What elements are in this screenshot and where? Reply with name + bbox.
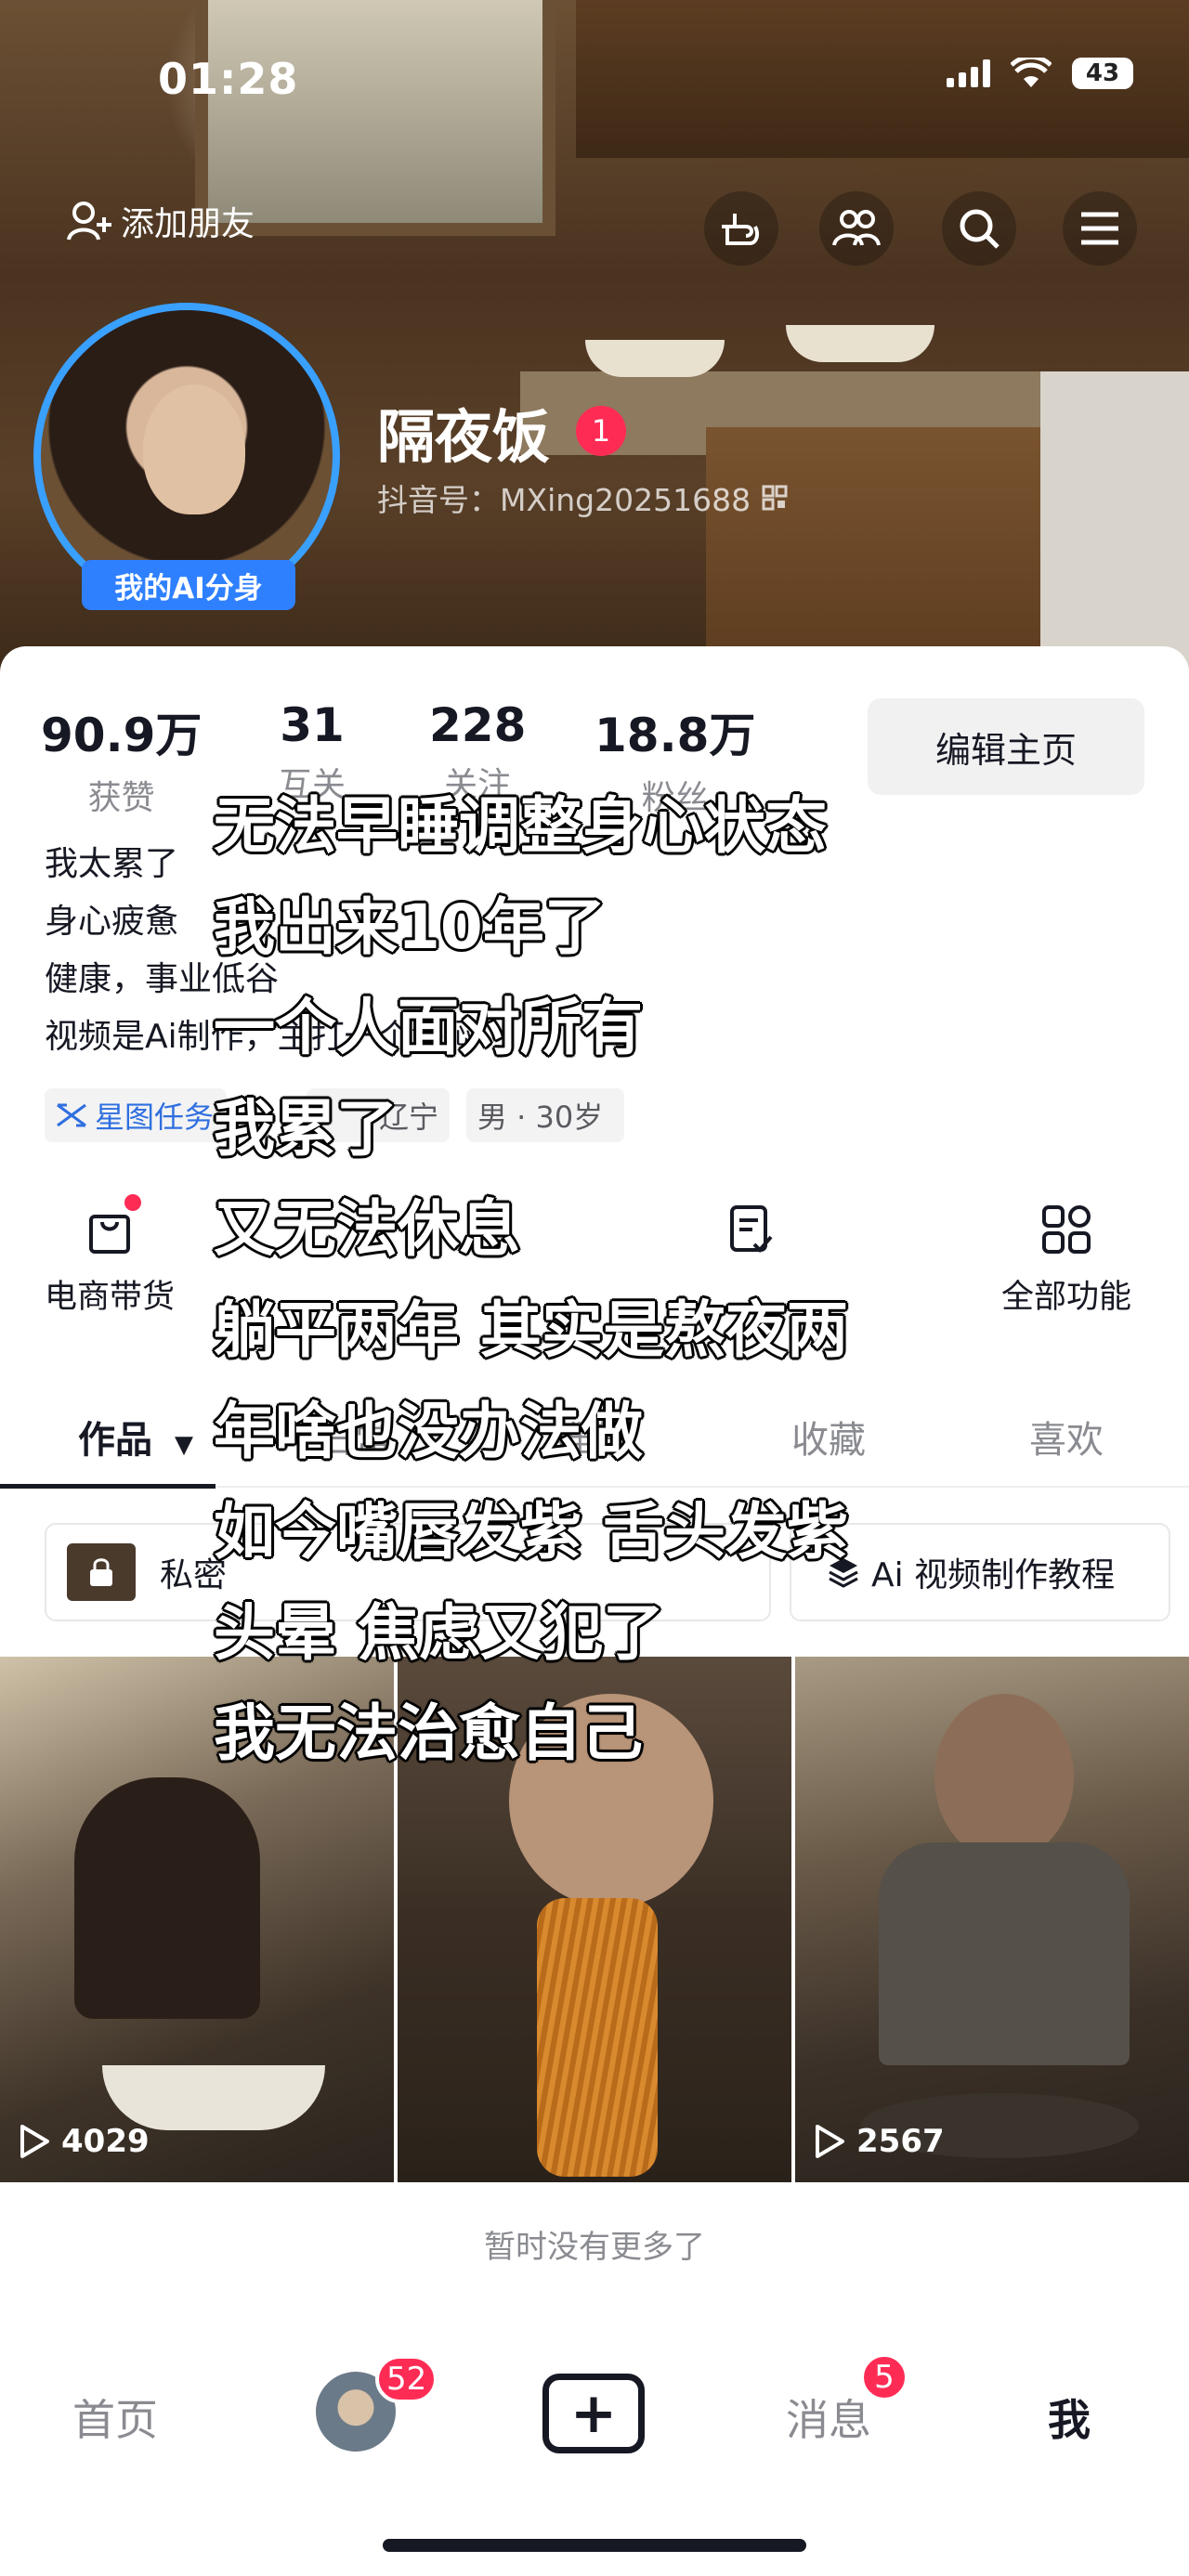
create-button[interactable]: + (542, 2374, 645, 2453)
caption-line: 如今嘴唇发紫 舌头发紫 (214, 1496, 848, 1568)
douyin-id[interactable]: 抖音号：MXing20251688 (377, 475, 788, 520)
profile-page: 01:28 43 添加朋友 我的AI分身 隔夜饭 1 抖音号：MXing2025… (0, 0, 1189, 2576)
tab-works-label: 作品 (78, 1419, 152, 1462)
caption-line: 头晕 焦虑又犯了 (214, 1596, 664, 1669)
video-thumbnail[interactable]: 2567 (795, 1657, 1189, 2182)
ecommerce-label: 电商带货 (45, 1279, 176, 1316)
wifi-icon (1011, 58, 1052, 87)
star-task-tag[interactable]: 星图任务 (45, 1088, 227, 1142)
messages-count-badge: 5 (860, 2353, 908, 2401)
status-time: 01:28 (158, 54, 299, 104)
caption-line: 年啥也没办法做 (214, 1395, 643, 1467)
play-count-text: 4029 (61, 2123, 150, 2160)
play-count-text: 2567 (856, 2123, 945, 2160)
play-count: 2567 (814, 2123, 945, 2160)
friends-count-badge: 52 (375, 2355, 438, 2403)
stat-likes[interactable]: 90.9万 获赞 (41, 698, 202, 819)
grid-icon (1040, 1203, 1092, 1255)
ecommerce-function[interactable]: 电商带货 (45, 1194, 176, 1318)
add-user-icon (67, 202, 111, 241)
star-task-label: 星图任务 (95, 1099, 215, 1135)
caption-line: 又无法休息 (214, 1193, 520, 1266)
ai-tutorial-label: Ai 视频制作教程 (871, 1556, 1116, 1594)
hand-point-icon (722, 214, 759, 245)
caption-line: 躺平两年 其实是熬夜两 (214, 1294, 848, 1366)
qr-code-icon (762, 485, 788, 511)
stat-following-number: 228 (429, 698, 527, 752)
notification-badge[interactable]: 1 (576, 406, 626, 456)
chevron-down-icon: ▼ (174, 1431, 193, 1459)
play-icon (816, 2125, 844, 2158)
shopping-bag-icon (84, 1194, 141, 1255)
tab-works[interactable]: 作品 ▼ (78, 1410, 193, 1464)
caption-line: 我出来10年了 (214, 891, 606, 963)
stat-likes-label: 获赞 (87, 779, 155, 817)
nav-home[interactable]: 首页 (72, 2387, 158, 2448)
search-icon (960, 209, 1000, 249)
add-friend-button[interactable]: 添加朋友 (67, 197, 255, 245)
menu-button[interactable] (1063, 191, 1137, 266)
nickname: 隔夜饭 (377, 403, 551, 471)
stat-likes-number: 90.9万 (41, 709, 203, 762)
battery-indicator: 43 (1072, 58, 1133, 89)
home-indicator (383, 2539, 806, 2552)
play-count: 4029 (19, 2123, 150, 2160)
menu-icon (1081, 212, 1118, 245)
nav-messages[interactable]: 消息 (786, 2387, 871, 2448)
caption-line: 无法早睡调整身心状态 (214, 790, 827, 862)
search-button[interactable] (942, 191, 1016, 266)
star-map-icon (57, 1103, 86, 1127)
friends-icon (832, 210, 881, 246)
add-friend-label: 添加朋友 (121, 205, 255, 243)
plus-icon: + (569, 2381, 618, 2446)
all-functions[interactable]: 全部功能 (1001, 1203, 1131, 1318)
edit-profile-button[interactable]: 编辑主页 (868, 698, 1144, 795)
nav-me[interactable]: 我 (1048, 2387, 1091, 2448)
status-icons: 43 (947, 58, 1133, 89)
overlay-caption: 无法早睡调整身心状态 我出来10年了 一个人面对所有 我累了 又无法休息 躺平两… (214, 776, 848, 1785)
no-more-content: 暂时没有更多了 (484, 2229, 705, 2266)
caption-line: 一个人面对所有 (214, 992, 643, 1064)
active-tab-indicator (0, 1484, 216, 1489)
tab-likes[interactable]: 喜欢 (1029, 1410, 1104, 1464)
hand-point-button[interactable] (704, 191, 778, 266)
friends-button[interactable] (819, 191, 894, 266)
caption-line: 我无法治愈自己 (214, 1698, 643, 1770)
douyin-id-text: 抖音号：MXing20251688 (377, 482, 751, 518)
new-dot (124, 1194, 141, 1211)
lock-icon (67, 1543, 136, 1601)
all-functions-label: 全部功能 (1001, 1279, 1132, 1316)
stat-mutual-number: 31 (280, 698, 345, 752)
stat-followers-number: 18.8万 (594, 709, 756, 762)
caption-line: 我累了 (214, 1092, 398, 1164)
ai-clone-badge[interactable]: 我的AI分身 (82, 560, 295, 610)
play-icon (20, 2125, 49, 2158)
signal-icon (947, 59, 990, 87)
